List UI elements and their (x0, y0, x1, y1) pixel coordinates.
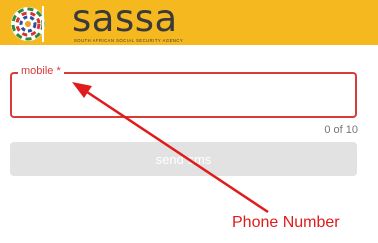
mobile-label: mobile * (18, 64, 64, 78)
character-counter: 0 of 10 (324, 124, 358, 136)
brand-name: sassa (72, 0, 178, 40)
mobile-input[interactable] (22, 84, 346, 108)
sassa-logo-icon (11, 6, 45, 42)
annotation-label: Phone Number (232, 214, 340, 231)
mobile-field[interactable] (10, 72, 357, 118)
app-header: sassa SOUTH AFRICAN SOCIAL SECURITY AGEN… (0, 0, 378, 45)
brand-tagline: SOUTH AFRICAN SOCIAL SECURITY AGENCY (74, 38, 184, 43)
send-sms-button[interactable]: send sms (10, 142, 357, 176)
